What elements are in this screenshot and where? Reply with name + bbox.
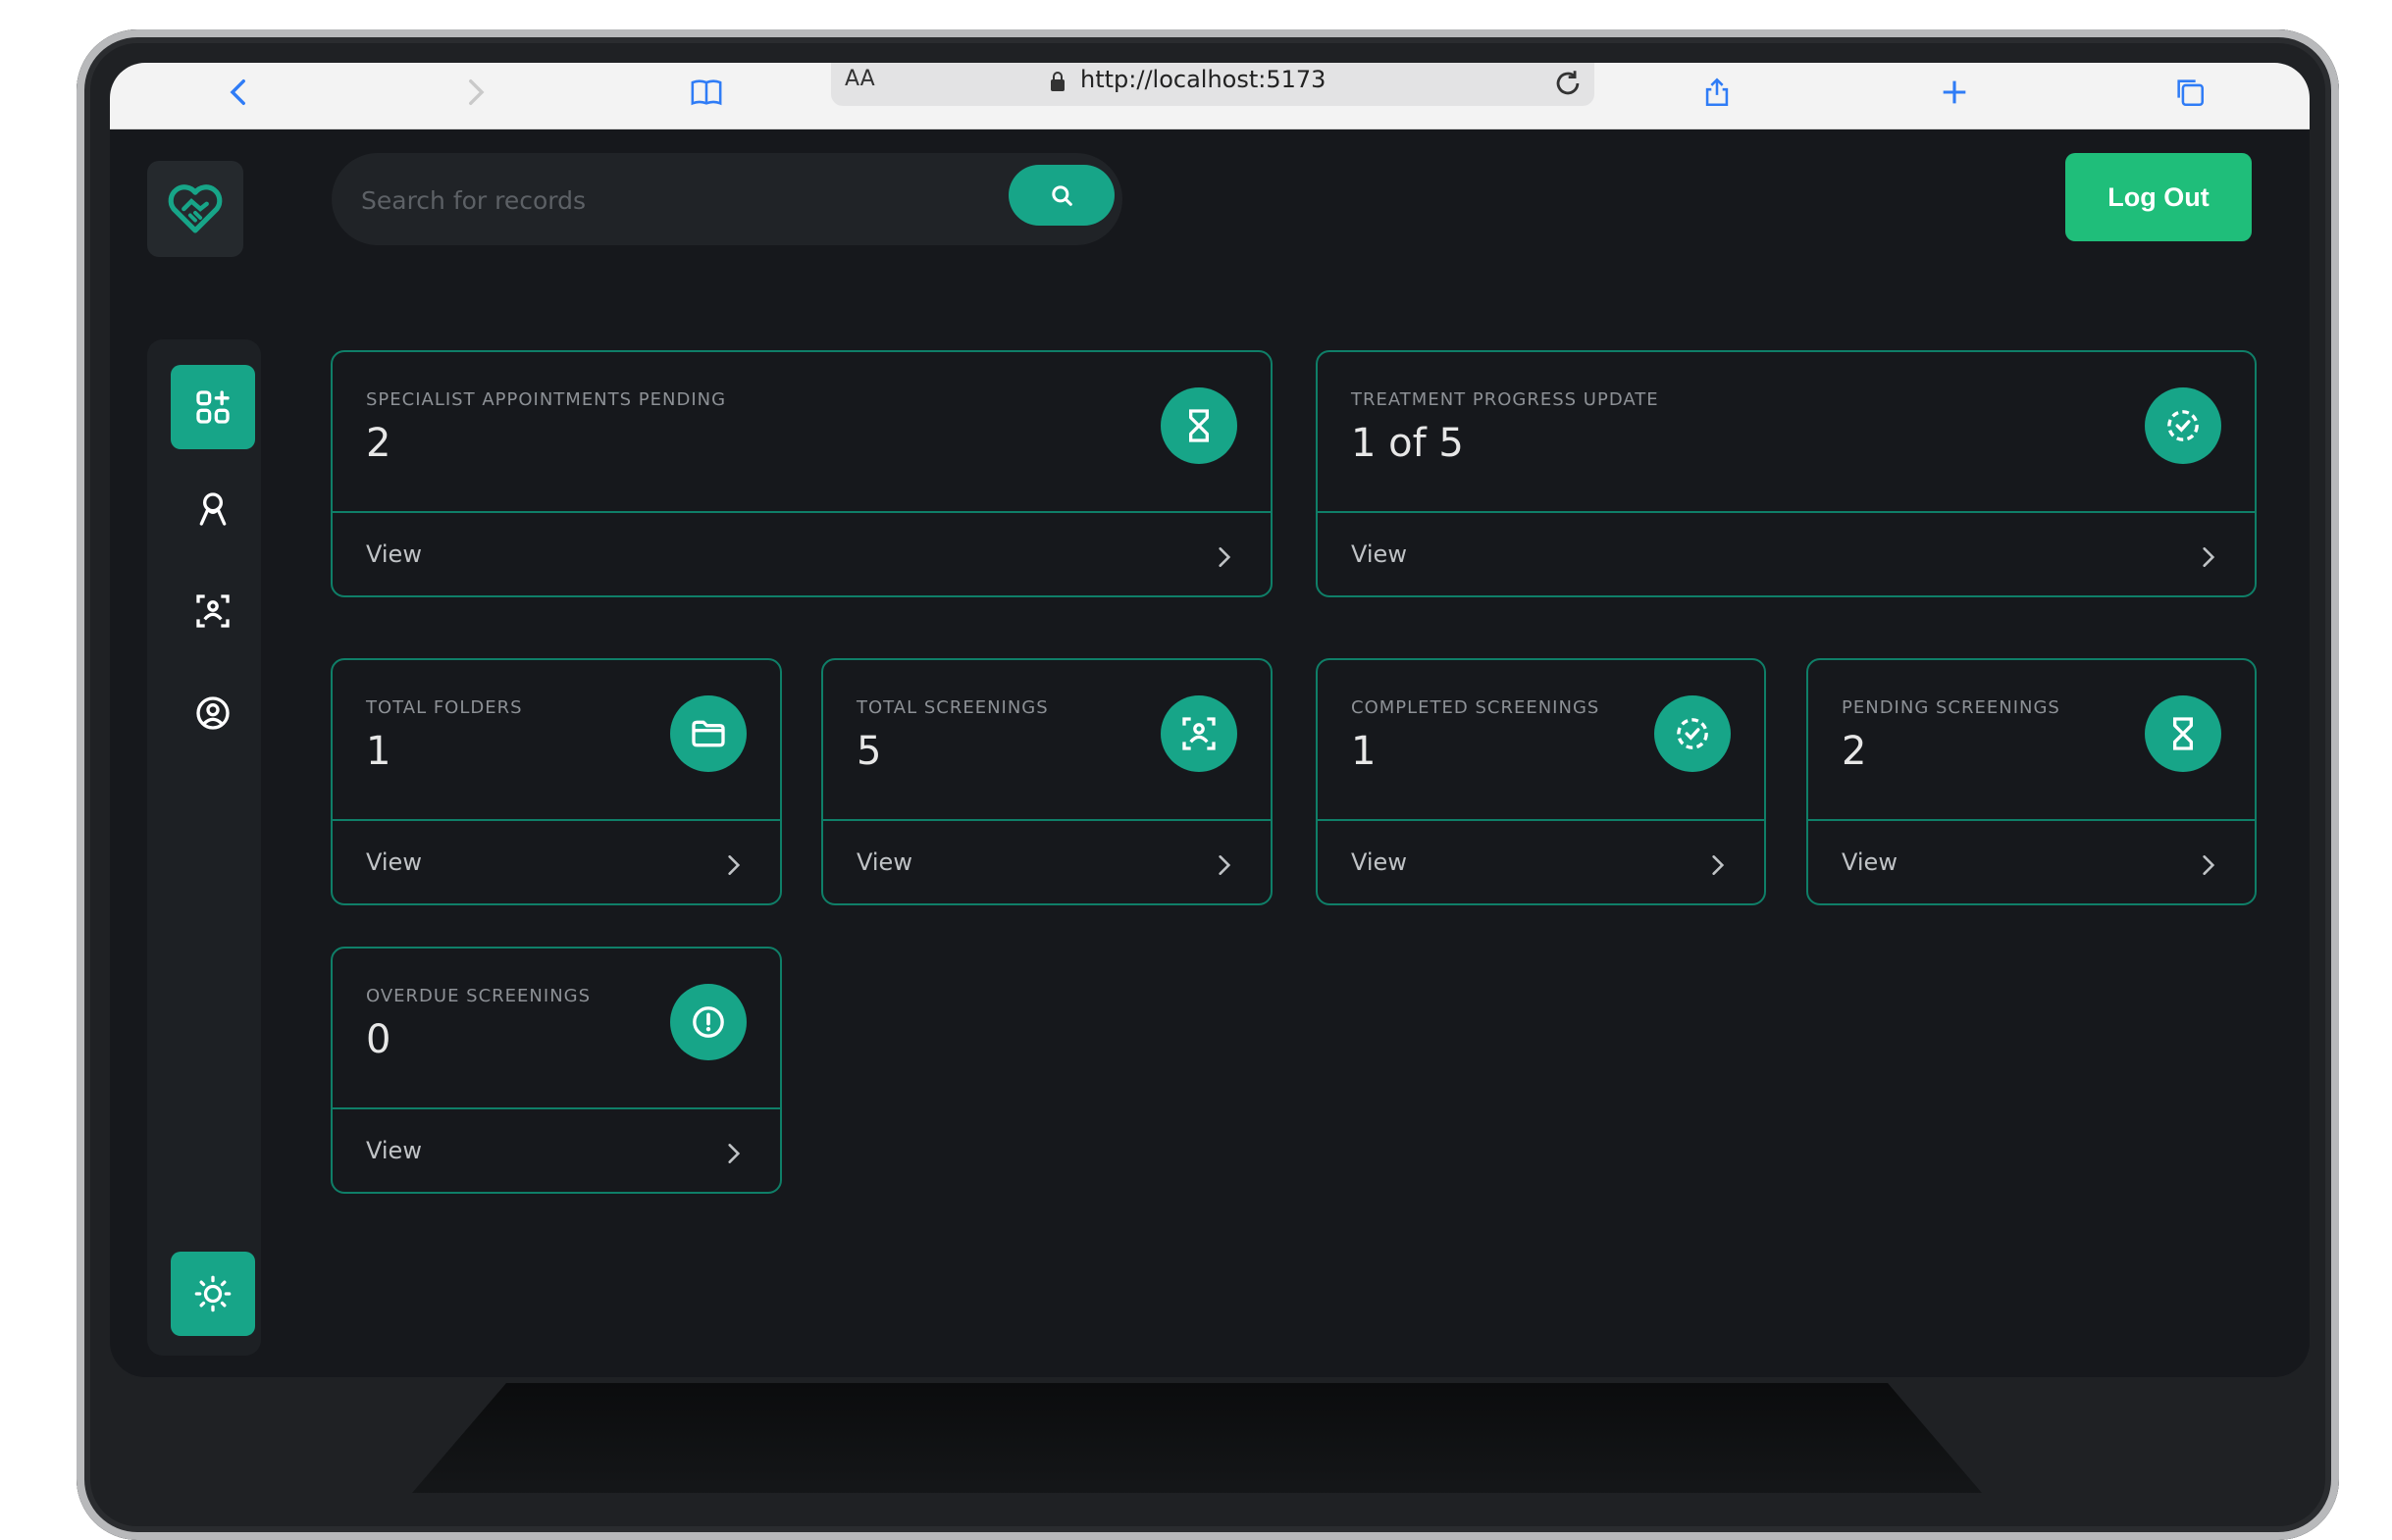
card-total-screenings: TOTAL SCREENINGS 5 View xyxy=(821,658,1273,905)
card-pending-screenings: PENDING SCREENINGS 2 View xyxy=(1806,658,2257,905)
card-label: PENDING SCREENINGS xyxy=(1842,697,2060,718)
scan-person-icon xyxy=(196,594,230,628)
text-size-button[interactable]: AA xyxy=(845,67,875,91)
search-button[interactable] xyxy=(1009,165,1115,226)
card-header: PENDING SCREENINGS 2 xyxy=(1808,660,2255,821)
sidebar-item-dashboard[interactable] xyxy=(171,365,255,449)
view-link[interactable]: View xyxy=(1351,848,1407,876)
card-value: 1 of 5 xyxy=(1351,421,1464,466)
card-header: OVERDUE SCREENINGS 0 xyxy=(333,949,780,1109)
card-value: 1 xyxy=(366,729,391,774)
app-logo[interactable] xyxy=(147,161,243,257)
view-link[interactable]: View xyxy=(366,540,422,568)
card-value: 2 xyxy=(366,421,391,466)
address-bar[interactable]: AA http://localhost:5173 xyxy=(831,63,1594,106)
sun-icon xyxy=(194,1275,232,1312)
tabs-overview-icon[interactable] xyxy=(2166,69,2213,116)
sidebar-item-profile[interactable] xyxy=(171,671,255,755)
card-value: 0 xyxy=(366,1017,391,1062)
back-arrow-icon[interactable] xyxy=(216,69,263,116)
url-text: http://localhost:5173 xyxy=(1080,66,1326,93)
chevron-right-icon[interactable] xyxy=(1705,850,1731,880)
card-header: TOTAL FOLDERS 1 xyxy=(333,660,780,821)
chevron-right-icon[interactable] xyxy=(721,850,747,880)
alert-circle-icon xyxy=(670,984,747,1060)
card-label: TOTAL SCREENINGS xyxy=(857,697,1049,718)
reload-icon[interactable] xyxy=(1551,67,1585,100)
search-bar xyxy=(332,153,1122,245)
card-overdue-screenings: OVERDUE SCREENINGS 0 View xyxy=(331,947,782,1194)
card-label: COMPLETED SCREENINGS xyxy=(1351,697,1600,718)
chevron-right-icon[interactable] xyxy=(2196,542,2221,572)
card-header: SPECIALIST APPOINTMENTS PENDING 2 xyxy=(333,352,1271,513)
sidebar-nav xyxy=(147,339,261,1356)
search-input[interactable] xyxy=(359,175,952,226)
new-tab-plus-icon[interactable] xyxy=(1931,69,1978,116)
browser-toolbar: AA http://localhost:5173 xyxy=(110,63,2310,129)
progress-check-icon xyxy=(2145,387,2221,464)
ribbon-icon xyxy=(199,492,227,526)
card-total-folders: TOTAL FOLDERS 1 View xyxy=(331,658,782,905)
card-treatment-progress: TREATMENT PROGRESS UPDATE 1 of 5 View xyxy=(1316,350,2257,597)
scan-person-icon xyxy=(1161,695,1237,772)
share-icon[interactable] xyxy=(1693,69,1741,116)
heart-handshake-logo-icon xyxy=(168,184,223,233)
sidebar-item-screenings[interactable] xyxy=(171,569,255,653)
search-icon xyxy=(1052,185,1072,206)
progress-check-icon xyxy=(1654,695,1731,772)
card-header: TOTAL SCREENINGS 5 xyxy=(823,660,1271,821)
view-link[interactable]: View xyxy=(1842,848,1898,876)
view-link[interactable]: View xyxy=(366,1137,422,1164)
forward-arrow-icon[interactable] xyxy=(451,69,498,116)
chevron-right-icon[interactable] xyxy=(2196,850,2221,880)
chevron-right-icon[interactable] xyxy=(1212,542,1237,572)
card-value: 5 xyxy=(857,729,882,774)
laptop-keyboard-base xyxy=(412,1383,1982,1493)
card-value: 1 xyxy=(1351,729,1377,774)
lock-icon xyxy=(1051,72,1065,91)
user-circle-icon xyxy=(196,696,230,730)
view-link[interactable]: View xyxy=(366,848,422,876)
card-header: COMPLETED SCREENINGS 1 xyxy=(1318,660,1764,821)
logout-button[interactable]: Log Out xyxy=(2065,153,2252,241)
card-value: 2 xyxy=(1842,729,1867,774)
bookmarks-book-icon[interactable] xyxy=(683,69,730,116)
chevron-right-icon[interactable] xyxy=(721,1139,747,1168)
hourglass-icon xyxy=(1161,387,1237,464)
view-link[interactable]: View xyxy=(1351,540,1407,568)
card-specialist-appointments: SPECIALIST APPOINTMENTS PENDING 2 View xyxy=(331,350,1273,597)
dashboard-grid-icon xyxy=(196,390,230,424)
card-completed-screenings: COMPLETED SCREENINGS 1 View xyxy=(1316,658,1766,905)
card-label: TREATMENT PROGRESS UPDATE xyxy=(1351,389,1659,410)
folder-icon xyxy=(670,695,747,772)
card-label: SPECIALIST APPOINTMENTS PENDING xyxy=(366,389,727,410)
theme-toggle-button[interactable] xyxy=(171,1252,255,1336)
view-link[interactable]: View xyxy=(857,848,912,876)
hourglass-icon xyxy=(2145,695,2221,772)
card-label: TOTAL FOLDERS xyxy=(366,697,523,718)
chevron-right-icon[interactable] xyxy=(1212,850,1237,880)
app-screen: AA http://localhost:5173 Search for reco… xyxy=(110,63,2310,1377)
card-label: OVERDUE SCREENINGS xyxy=(366,986,592,1006)
card-header: TREATMENT PROGRESS UPDATE 1 of 5 xyxy=(1318,352,2255,513)
sidebar-item-ribbon[interactable] xyxy=(171,467,255,551)
